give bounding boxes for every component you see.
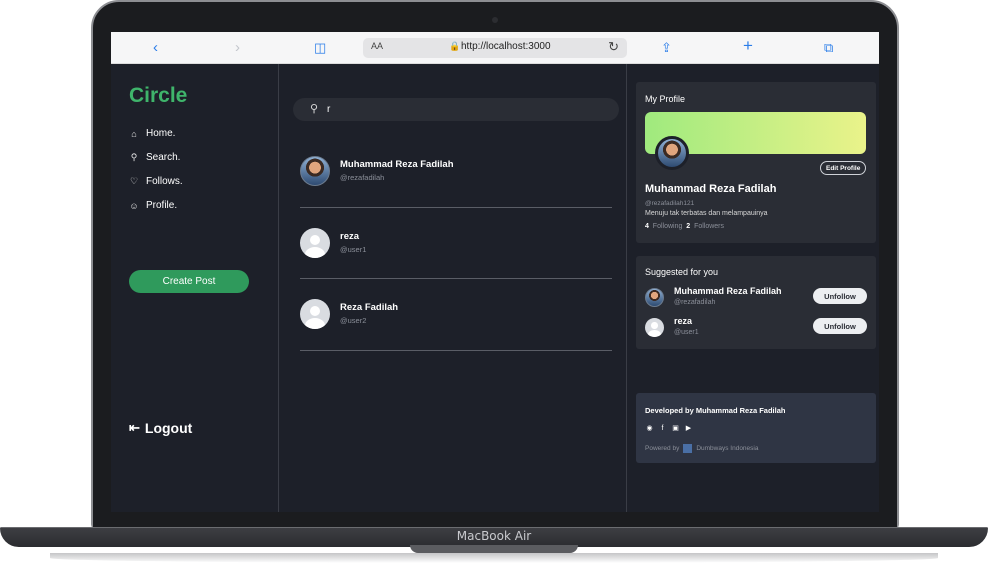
suggested-name: reza xyxy=(674,316,693,326)
suggested-user[interactable]: Muhammad Reza Fadilah @rezafadilah Unfol… xyxy=(645,286,867,312)
result-username: @user2 xyxy=(340,316,367,325)
right-panel: My Profile Edit Profile Muhammad Reza Fa… xyxy=(627,64,879,512)
nav-search[interactable]: ⚲ Search. xyxy=(129,152,181,163)
facebook-icon[interactable]: f xyxy=(658,424,667,433)
divider xyxy=(300,207,612,208)
avatar xyxy=(645,318,664,337)
followers-label[interactable]: Followers xyxy=(694,223,724,230)
profile-name: Muhammad Reza Fadilah xyxy=(645,183,777,195)
user-circle-icon: ☺ xyxy=(129,200,139,211)
url-text[interactable]: http://localhost:3000 xyxy=(461,41,551,52)
nav-home[interactable]: ⌂ Home. xyxy=(129,128,175,139)
share-icon[interactable]: ⇪ xyxy=(661,38,672,58)
developed-by: Developed by Muhammad Reza Fadilah xyxy=(645,406,786,415)
suggested-username: @rezafadilah xyxy=(674,299,716,306)
card-title: My Profile xyxy=(645,94,686,104)
new-tab-icon[interactable]: + xyxy=(743,36,753,56)
suggested-name: Muhammad Reza Fadilah xyxy=(674,286,782,296)
avatar xyxy=(300,228,330,258)
result-name: Reza Fadilah xyxy=(340,302,399,313)
sidebar: Circle ⌂ Home. ⚲ Search. ♡ Follows. ☺ Pr… xyxy=(111,64,279,512)
divider xyxy=(300,350,612,351)
nav-profile-label: Profile. xyxy=(146,200,178,211)
logout-button[interactable]: ⇤ Logout xyxy=(129,420,192,436)
laptop-shadow xyxy=(50,553,938,563)
profile-bio: Menuju tak terbatas dan melampauinya xyxy=(645,210,768,217)
browser-toolbar: ‹ › ◫ AA 🔒 http://localhost:3000 ↻ ⇪ + ⧉ xyxy=(111,32,879,64)
my-profile-card: My Profile Edit Profile Muhammad Reza Fa… xyxy=(636,82,876,243)
suggested-user[interactable]: reza @user1 Unfollow xyxy=(645,316,867,342)
card-title: Suggested for you xyxy=(645,267,719,277)
app-logo[interactable]: Circle xyxy=(129,84,187,108)
avatar xyxy=(645,288,664,307)
search-bar[interactable]: ⚲ xyxy=(293,98,619,121)
app: Circle ⌂ Home. ⚲ Search. ♡ Follows. ☺ Pr… xyxy=(111,64,879,512)
screen: ‹ › ◫ AA 🔒 http://localhost:3000 ↻ ⇪ + ⧉… xyxy=(111,32,879,512)
bookmarks-icon[interactable]: ◫ xyxy=(314,38,326,58)
reload-icon[interactable]: ↻ xyxy=(608,39,619,55)
address-bar[interactable]: AA 🔒 http://localhost:3000 ↻ xyxy=(363,38,627,58)
avatar xyxy=(300,156,330,186)
edit-profile-button[interactable]: Edit Profile xyxy=(820,161,867,175)
create-post-button[interactable]: Create Post xyxy=(129,270,249,293)
profile-stats: 4 Following 2 Followers xyxy=(645,223,724,230)
following-count: 4 xyxy=(645,223,649,230)
profile-username: @rezafadilah121 xyxy=(645,200,695,207)
result-username: @rezafadilah xyxy=(340,173,385,182)
search-input[interactable] xyxy=(327,101,597,118)
nav-profile[interactable]: ☺ Profile. xyxy=(129,200,177,211)
search-icon: ⚲ xyxy=(130,152,138,162)
instagram-icon[interactable]: ▣ xyxy=(671,424,680,433)
profile-avatar xyxy=(655,136,689,170)
user-search-icon: ⚲ xyxy=(310,103,319,115)
laptop-notch xyxy=(410,545,578,553)
dumbways-logo-icon xyxy=(683,444,693,453)
reader-icon[interactable]: AA xyxy=(371,41,383,51)
home-icon: ⌂ xyxy=(131,128,137,139)
followers-count: 2 xyxy=(686,223,691,230)
youtube-icon[interactable]: ▶ xyxy=(684,424,693,433)
unfollow-button[interactable]: Unfollow xyxy=(813,288,867,304)
heart-icon: ♡ xyxy=(129,176,139,186)
nav-search-label: Search. xyxy=(146,152,181,163)
tabs-icon[interactable]: ⧉ xyxy=(824,38,833,58)
back-icon[interactable]: ‹ xyxy=(153,38,158,58)
powered-brand[interactable]: Dumbways Indonesia xyxy=(696,445,758,452)
result-username: @user1 xyxy=(340,245,367,254)
unfollow-button[interactable]: Unfollow xyxy=(813,318,867,334)
result-name: Muhammad Reza Fadilah xyxy=(340,159,454,170)
result-name: reza xyxy=(340,231,360,242)
logout-label: Logout xyxy=(144,420,193,436)
search-panel: ⚲ Muhammad Reza Fadilah @rezafadilah rez… xyxy=(279,64,627,512)
footer-card: Developed by Muhammad Reza Fadilah ◉ f ▣… xyxy=(636,393,876,463)
model-label: MacBook Air xyxy=(456,529,532,543)
avatar xyxy=(300,299,330,329)
social-links: ◉ f ▣ ▶ xyxy=(645,424,693,433)
camera xyxy=(492,17,498,23)
following-label[interactable]: Following xyxy=(653,223,683,230)
divider xyxy=(300,278,612,279)
logout-icon: ⇤ xyxy=(129,420,140,435)
github-icon[interactable]: ◉ xyxy=(645,424,654,433)
forward-icon[interactable]: › xyxy=(235,38,240,58)
nav-follows-label: Follows. xyxy=(146,176,183,187)
lock-icon: 🔒 xyxy=(449,41,461,51)
powered-label: Powered by xyxy=(645,445,680,452)
suggested-username: @user1 xyxy=(674,329,699,336)
nav-follows[interactable]: ♡ Follows. xyxy=(129,176,183,187)
powered-by: Powered by Dumbways Indonesia xyxy=(645,444,758,453)
search-result[interactable]: reza @user1 xyxy=(300,228,612,288)
nav-home-label: Home. xyxy=(146,128,176,139)
suggested-card: Suggested for you Muhammad Reza Fadilah … xyxy=(636,256,876,349)
